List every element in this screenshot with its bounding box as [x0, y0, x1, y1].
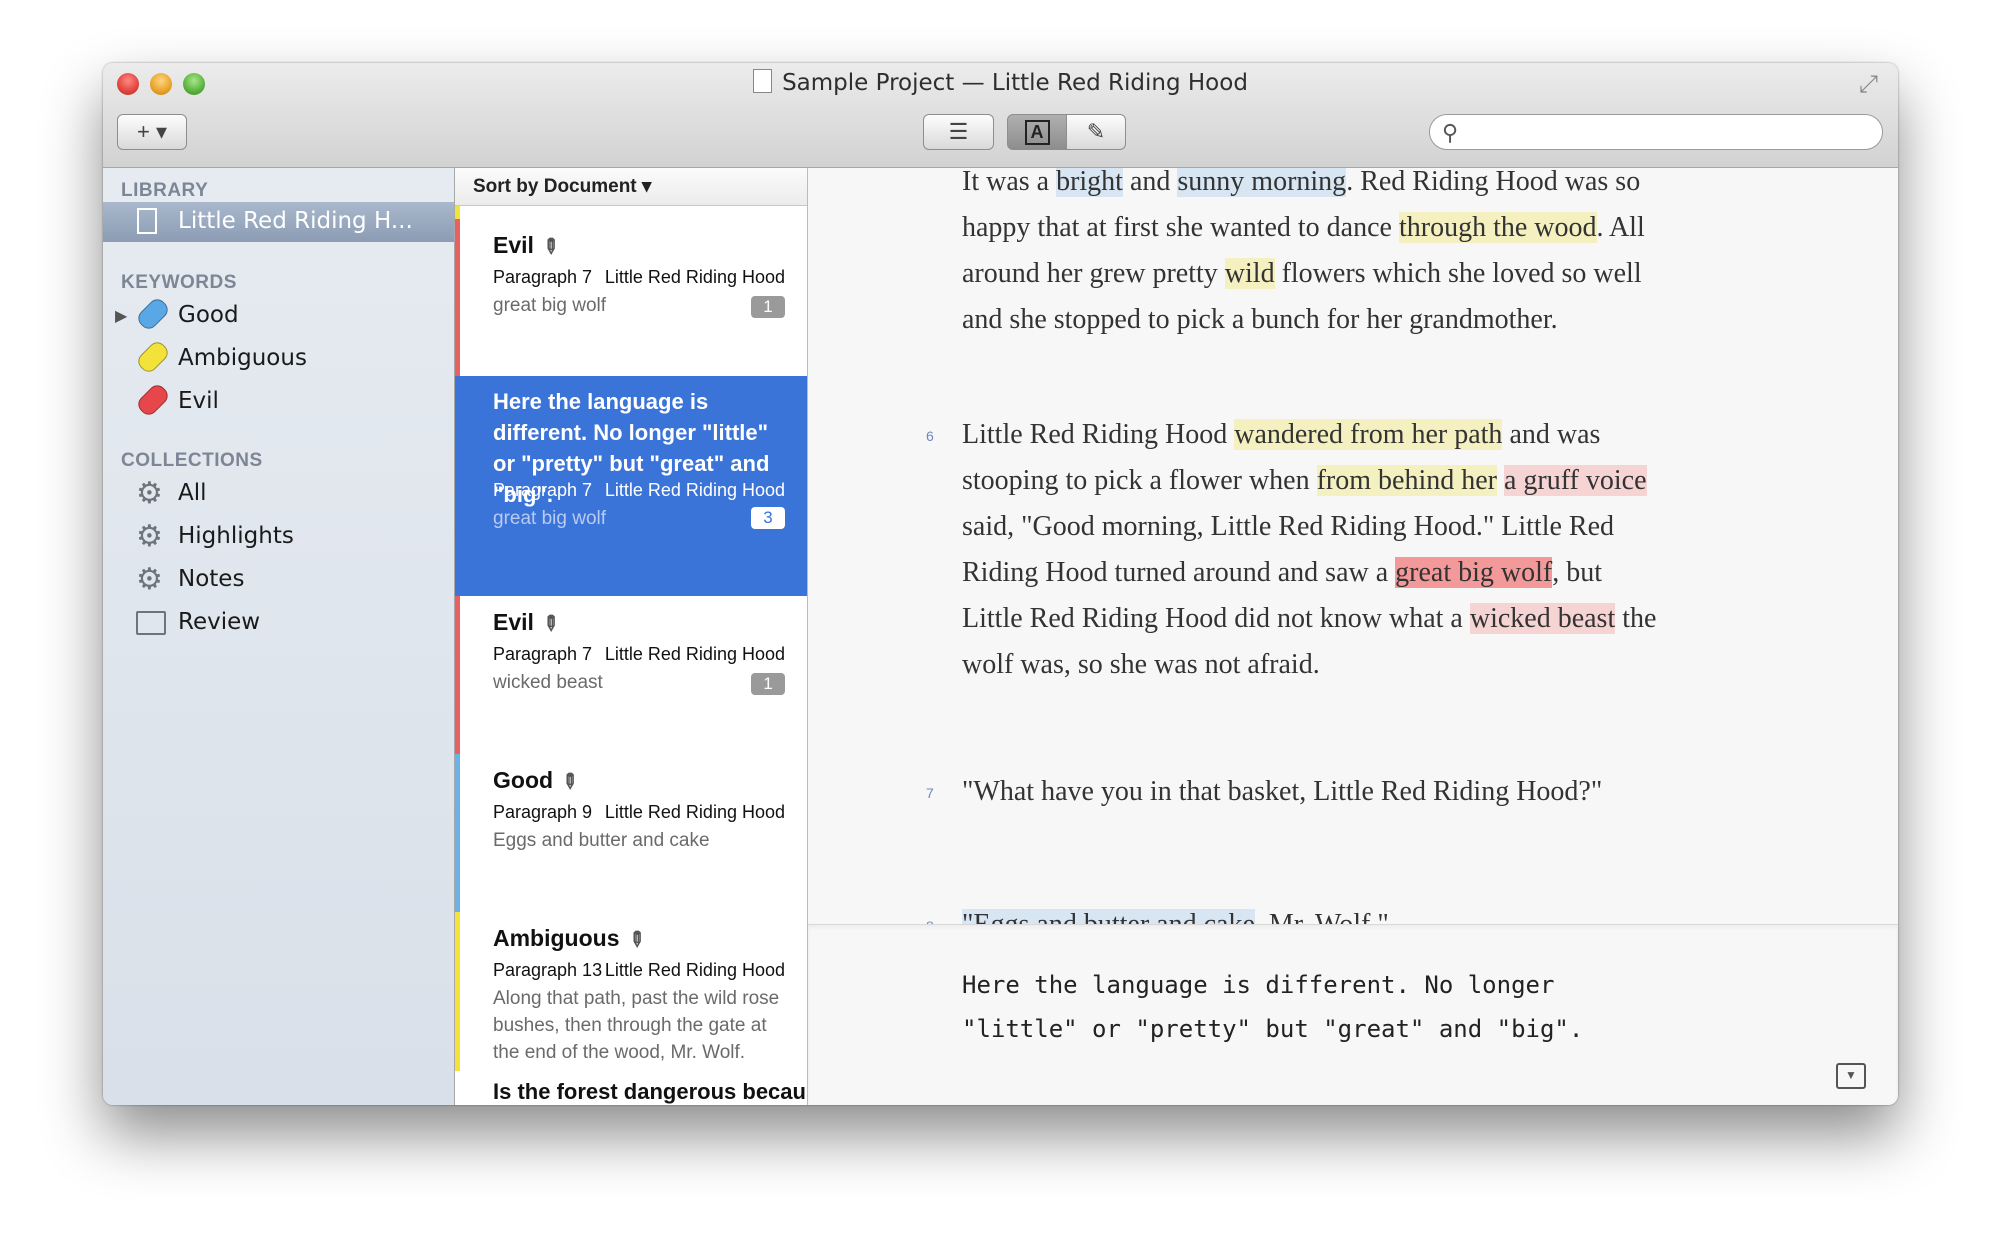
paragraph-label: Paragraph 7 [493, 480, 593, 500]
paperclip-icon: ✎ [621, 926, 650, 954]
list-view-button[interactable]: ☰ [923, 114, 994, 150]
snippet: Along that path, past the wild rose bush… [493, 988, 780, 1063]
document-editor[interactable]: It was a bright and sunny morning. Red R… [808, 168, 1898, 924]
document-label: Little Red Riding Hood [604, 960, 785, 980]
disclosure-triangle-icon[interactable]: ▶ [115, 306, 127, 325]
sidebar-item-highlights[interactable]: ⚙ Highlights [103, 517, 454, 557]
text-format-button[interactable]: A [1007, 114, 1067, 150]
collapse-panel-icon[interactable]: ▼ [1836, 1063, 1866, 1089]
tag-icon [134, 295, 172, 333]
document-icon [137, 208, 157, 234]
count-badge: 3 [751, 507, 785, 529]
gear-icon: ⚙ [136, 562, 163, 597]
keyword-label: Ambiguous ✎ [493, 925, 650, 954]
tag-icon [134, 381, 172, 419]
keyword-label: Evil ✎ [493, 232, 564, 261]
sidebar-item-evil[interactable]: Evil [103, 381, 454, 422]
count-badge: 1 [751, 296, 785, 318]
keywords-heading: KEYWORDS [121, 272, 237, 293]
archive-box-icon [136, 611, 166, 635]
edit-button[interactable]: ✎ [1066, 114, 1126, 150]
document-icon [753, 69, 773, 93]
highlight[interactable]: wild [1224, 258, 1275, 289]
list-item[interactable]: Is the forest dangerous because it [455, 1071, 807, 1105]
search-input[interactable]: ⚲ [1429, 114, 1883, 150]
sidebar-item-notes[interactable]: ⚙ Notes [103, 560, 454, 600]
sidebar-item-good[interactable]: ▶ Good [103, 295, 454, 336]
snippet: great big wolf [493, 508, 607, 529]
gear-icon: ⚙ [136, 476, 163, 511]
list-icon: ☰ [948, 119, 969, 144]
snippet: wicked beast [493, 672, 603, 693]
count-badge: 1 [751, 673, 785, 695]
list-item-selected[interactable]: Here the language is different. No longe… [455, 376, 807, 597]
highlight[interactable]: through the wood [1398, 212, 1597, 243]
annotation-list: Sort by Document ▾ Evil ✎ Paragraph 7 Lit… [455, 168, 808, 1105]
editor-paragraph-6: Little Red Riding Hood wandered from her… [962, 419, 1657, 680]
highlight[interactable]: from behind her [1316, 465, 1497, 496]
color-stripe [455, 596, 460, 754]
editor-paragraph-5: It was a bright and sunny morning. Red R… [962, 168, 1645, 335]
sidebar-item-ambiguous[interactable]: Ambiguous [103, 338, 454, 379]
paperclip-icon: ✎ [555, 768, 583, 796]
paragraph-number: 6 [926, 428, 934, 444]
title-bar: Sample Project — Little Red Riding Hood … [103, 63, 1898, 168]
note-panel[interactable]: Here the language is different. No longe… [808, 924, 1898, 1105]
app-window: Sample Project — Little Red Riding Hood … [103, 63, 1898, 1105]
tag-icon [134, 338, 172, 376]
search-icon: ⚲ [1442, 120, 1459, 145]
document-label: Little Red Riding Hood [604, 644, 785, 664]
highlight[interactable]: great big wolf [1395, 557, 1553, 588]
snippet: great big wolf [493, 295, 607, 316]
list-item[interactable]: Good ✎ Paragraph 9 Little Red Riding Hood… [455, 754, 807, 913]
paragraph-label: Paragraph 9 [493, 802, 593, 822]
text-format-icon: A [1024, 119, 1050, 145]
sort-menu[interactable]: Sort by Document ▾ [455, 168, 807, 206]
paragraph-label: Paragraph 7 [493, 644, 593, 664]
collections-heading: COLLECTIONS [121, 450, 263, 471]
highlight[interactable]: a gruff voice [1503, 465, 1647, 496]
highlight[interactable]: "Eggs and butter and cake [962, 909, 1255, 924]
note-text[interactable]: Here the language is different. No longe… [962, 963, 1642, 1051]
note-title: Is the forest dangerous because it [493, 1079, 807, 1104]
color-stripe [455, 206, 460, 219]
sidebar: LIBRARY Little Red Riding H... KEYWORDS … [103, 168, 455, 1105]
highlight[interactable]: sunny morning [1177, 168, 1347, 197]
snippet: Eggs and butter and cake [493, 830, 710, 851]
editor-paragraph-7: "What have you in that basket, Little Re… [962, 776, 1603, 807]
add-button[interactable]: + ▾ [117, 114, 187, 150]
color-stripe [455, 219, 460, 376]
highlight[interactable]: wandered from her path [1234, 419, 1503, 450]
sidebar-item-review[interactable]: Review [103, 603, 454, 643]
document-label: Little Red Riding Hood [604, 480, 785, 500]
list-item[interactable]: Evil ✎ Paragraph 7 Little Red Riding Hood… [455, 596, 807, 755]
keyword-label: Evil ✎ [493, 609, 564, 638]
gear-icon: ⚙ [136, 519, 163, 554]
color-stripe [455, 912, 460, 1071]
list-item-partial[interactable] [455, 206, 807, 219]
list-item[interactable]: Ambiguous ✎ Paragraph 13 Little Red Ridin… [455, 912, 807, 1072]
paperclip-icon: ✎ [536, 610, 564, 638]
sidebar-item-all[interactable]: ⚙ All [103, 474, 454, 514]
keyword-label: Good ✎ [493, 767, 583, 796]
document-label: Little Red Riding Hood [604, 802, 785, 822]
paperclip-icon: ✎ [536, 233, 564, 261]
highlight[interactable]: wicked beast [1469, 603, 1616, 634]
library-heading: LIBRARY [121, 180, 209, 201]
sidebar-item-library-document[interactable]: Little Red Riding H... [103, 202, 454, 242]
fullscreen-icon[interactable]: ⤢ [1859, 71, 1878, 99]
window-title: Sample Project — Little Red Riding Hood [103, 69, 1898, 96]
list-item[interactable]: Evil ✎ Paragraph 7 Little Red Riding Hood… [455, 219, 807, 377]
paragraph-label: Paragraph 13 [493, 960, 603, 980]
paragraph-label: Paragraph 7 [493, 267, 593, 287]
color-stripe [455, 754, 460, 912]
paragraph-number: 7 [926, 785, 934, 801]
editor-paragraph-8: "Eggs and butter and cake, Mr. Wolf." [962, 902, 1662, 924]
edit-icon: ✎ [1086, 119, 1106, 144]
document-label: Little Red Riding Hood [604, 267, 785, 287]
highlight[interactable]: bright [1056, 168, 1123, 197]
